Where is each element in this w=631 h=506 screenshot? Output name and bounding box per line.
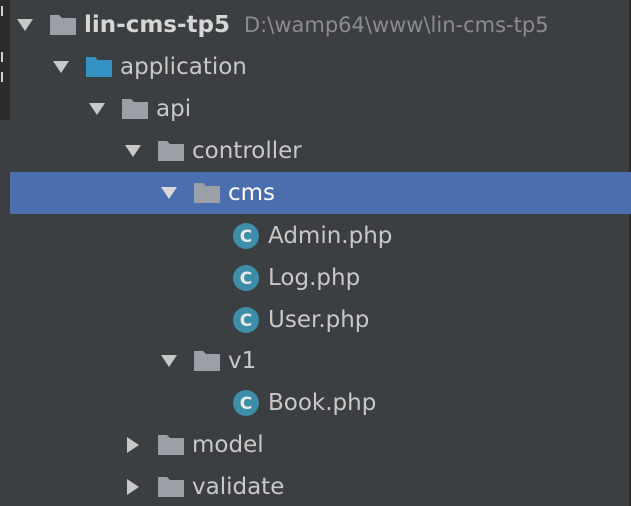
- folder-icon: [122, 99, 148, 119]
- tree-row-label: application: [120, 54, 247, 80]
- tree-row-label: controller: [192, 138, 302, 164]
- tree-row-log-php[interactable]: C Log.php: [0, 257, 631, 299]
- tree-row-cms[interactable]: cms: [10, 172, 631, 214]
- svg-text:C: C: [240, 311, 252, 331]
- chevron-right-icon[interactable]: [122, 476, 144, 498]
- tree-row-api[interactable]: api: [0, 88, 631, 130]
- chevron-down-icon[interactable]: [50, 56, 72, 78]
- folder-icon: [194, 183, 220, 203]
- tree-row-label: Log.php: [268, 265, 361, 291]
- tree-row-model[interactable]: model: [0, 424, 631, 466]
- project-path: D:\wamp64\www\lin-cms-tp5: [244, 13, 549, 37]
- chevron-right-icon[interactable]: [122, 434, 144, 456]
- svg-text:C: C: [240, 394, 252, 414]
- tree-row-admin-php[interactable]: C Admin.php: [0, 215, 631, 257]
- chevron-down-icon[interactable]: [158, 350, 180, 372]
- tree-row-label: Book.php: [268, 390, 377, 416]
- chevron-down-icon[interactable]: [158, 182, 180, 204]
- tree-row-label: lin-cms-tp5: [84, 12, 230, 38]
- module-folder-icon: [86, 57, 112, 77]
- project-tree-panel: lin-cms-tp5 D:\wamp64\www\lin-cms-tp5 ap…: [0, 0, 631, 506]
- tree-row-label: validate: [192, 474, 285, 500]
- tree-row-label: model: [192, 432, 264, 458]
- svg-text:C: C: [240, 227, 252, 247]
- folder-icon: [158, 435, 184, 455]
- tree-row-book-php[interactable]: C Book.php: [0, 382, 631, 424]
- tree-row-project-root[interactable]: lin-cms-tp5 D:\wamp64\www\lin-cms-tp5: [0, 4, 631, 46]
- chevron-down-icon[interactable]: [122, 140, 144, 162]
- folder-icon: [194, 351, 220, 371]
- class-icon: C: [232, 389, 260, 417]
- tree-row-application[interactable]: application: [0, 46, 631, 88]
- tree-row-label: api: [156, 96, 192, 122]
- tree-row-label: cms: [228, 180, 276, 206]
- class-icon: C: [232, 222, 260, 250]
- tree-row-validate[interactable]: validate: [0, 466, 631, 506]
- folder-icon: [50, 15, 76, 35]
- chevron-down-icon[interactable]: [14, 14, 36, 36]
- tree-row-label: v1: [228, 348, 257, 374]
- tree-row-v1[interactable]: v1: [0, 340, 631, 382]
- svg-text:C: C: [240, 269, 252, 289]
- folder-icon: [158, 477, 184, 497]
- tree-row-user-php[interactable]: C User.php: [0, 299, 631, 341]
- class-icon: C: [232, 264, 260, 292]
- chevron-down-icon[interactable]: [86, 98, 108, 120]
- tree-row-label: User.php: [268, 307, 370, 333]
- tree-row-label: Admin.php: [268, 223, 393, 249]
- tree-row-controller[interactable]: controller: [0, 130, 631, 172]
- class-icon: C: [232, 306, 260, 334]
- folder-icon: [158, 141, 184, 161]
